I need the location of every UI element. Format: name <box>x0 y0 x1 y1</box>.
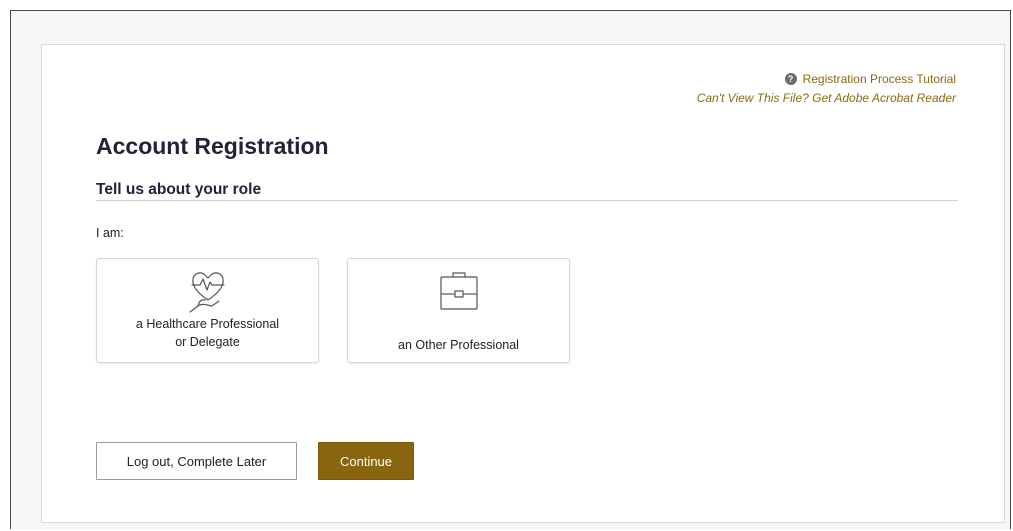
role-option-healthcare[interactable]: a Healthcare Professional or Delegate <box>96 258 319 363</box>
role-label-line: a Healthcare Professional <box>135 317 280 331</box>
heart-hand-icon <box>186 268 230 319</box>
help-links: ? Registration Process Tutorial Can't Vi… <box>697 72 956 105</box>
tutorial-link-label[interactable]: Registration Process Tutorial <box>803 72 956 86</box>
role-label-healthcare: a Healthcare Professional or Delegate <box>97 315 318 351</box>
tutorial-link[interactable]: ? Registration Process Tutorial <box>697 72 956 86</box>
section-title: Tell us about your role <box>96 181 262 198</box>
continue-button[interactable]: Continue <box>318 442 414 480</box>
page-title: Account Registration <box>96 133 329 159</box>
page-frame: ? Registration Process Tutorial Can't Vi… <box>10 10 1011 529</box>
registration-card: ? Registration Process Tutorial Can't Vi… <box>41 44 1005 523</box>
logout-complete-later-button[interactable]: Log out, Complete Later <box>96 442 297 480</box>
section-divider <box>96 200 958 201</box>
briefcase-icon <box>438 269 480 318</box>
i-am-label: I am: <box>96 226 124 240</box>
role-label-line: or Delegate <box>175 335 240 349</box>
help-icon: ? <box>784 73 797 85</box>
role-label-other: an Other Professional <box>398 338 519 352</box>
role-option-other[interactable]: an Other Professional <box>347 258 570 363</box>
acrobat-reader-link[interactable]: Can't View This File? Get Adobe Acrobat … <box>697 91 956 105</box>
